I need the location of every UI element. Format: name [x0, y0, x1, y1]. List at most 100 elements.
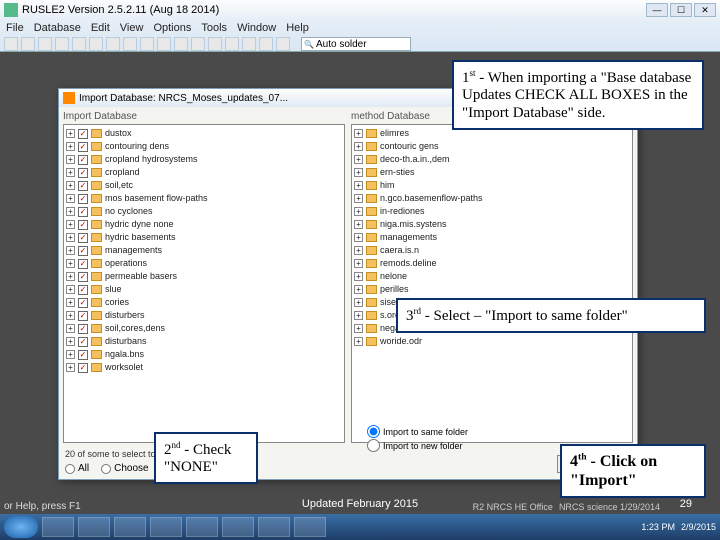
expand-icon[interactable]: + — [66, 350, 75, 359]
tool-icon[interactable] — [4, 37, 18, 51]
tool-icon[interactable] — [259, 37, 273, 51]
expand-icon[interactable]: + — [66, 220, 75, 229]
checkbox-icon[interactable] — [78, 259, 88, 269]
expand-icon[interactable]: + — [66, 298, 75, 307]
checkbox-icon[interactable] — [78, 155, 88, 165]
tree-item[interactable]: +nelone — [354, 270, 630, 283]
tool-icon[interactable] — [157, 37, 171, 51]
right-tree[interactable]: +elimres+contouric gens+deco-th.a.in.,de… — [351, 124, 633, 443]
expand-icon[interactable]: + — [66, 155, 75, 164]
menu-edit[interactable]: Edit — [91, 22, 110, 34]
checkbox-icon[interactable] — [78, 298, 88, 308]
task-app[interactable] — [42, 517, 74, 537]
tree-item[interactable]: +ern-sties — [354, 166, 630, 179]
tree-item[interactable]: +permeable basers — [66, 270, 342, 283]
expand-icon[interactable]: + — [354, 259, 363, 268]
tool-icon[interactable] — [55, 37, 69, 51]
expand-icon[interactable]: + — [66, 168, 75, 177]
tool-icon[interactable] — [225, 37, 239, 51]
tool-icon[interactable] — [140, 37, 154, 51]
checkbox-icon[interactable] — [78, 181, 88, 191]
expand-icon[interactable]: + — [354, 207, 363, 216]
checkbox-icon[interactable] — [78, 363, 88, 373]
task-app[interactable] — [222, 517, 254, 537]
expand-icon[interactable]: + — [66, 285, 75, 294]
tool-icon[interactable] — [38, 37, 52, 51]
tool-icon[interactable] — [21, 37, 35, 51]
checkbox-icon[interactable] — [78, 350, 88, 360]
checkbox-icon[interactable] — [78, 337, 88, 347]
task-app[interactable] — [150, 517, 182, 537]
checkbox-icon[interactable] — [78, 246, 88, 256]
tree-item[interactable]: +ngala.bns — [66, 348, 342, 361]
checkbox-icon[interactable] — [78, 168, 88, 178]
tree-item[interactable]: +disturbers — [66, 309, 342, 322]
expand-icon[interactable]: + — [66, 142, 75, 151]
expand-icon[interactable]: + — [354, 142, 363, 151]
left-tree[interactable]: +dustox+contouring dens+cropland hydrosy… — [63, 124, 345, 443]
task-app[interactable] — [186, 517, 218, 537]
checkbox-icon[interactable] — [78, 272, 88, 282]
tree-item[interactable]: +cories — [66, 296, 342, 309]
expand-icon[interactable]: + — [66, 207, 75, 216]
tree-item[interactable]: +dustox — [66, 127, 342, 140]
expand-icon[interactable]: + — [66, 337, 75, 346]
tree-item[interactable]: +n.gco.basemenflow-paths — [354, 192, 630, 205]
expand-icon[interactable]: + — [66, 311, 75, 320]
tree-item[interactable]: +operations — [66, 257, 342, 270]
tool-icon[interactable] — [106, 37, 120, 51]
menu-view[interactable]: View — [120, 22, 144, 34]
checkbox-icon[interactable] — [78, 194, 88, 204]
expand-icon[interactable]: + — [354, 168, 363, 177]
tool-icon[interactable] — [123, 37, 137, 51]
start-button[interactable] — [4, 516, 38, 538]
tree-item[interactable]: +caera.is.n — [354, 244, 630, 257]
expand-icon[interactable]: + — [354, 272, 363, 281]
radio-all[interactable]: All — [65, 463, 89, 474]
opt-same-folder[interactable]: Import to same folder — [367, 425, 627, 438]
checkbox-icon[interactable] — [78, 220, 88, 230]
menu-options[interactable]: Options — [153, 22, 191, 34]
tool-icon[interactable] — [72, 37, 86, 51]
menu-file[interactable]: File — [6, 22, 24, 34]
expand-icon[interactable]: + — [66, 246, 75, 255]
expand-icon[interactable]: + — [66, 181, 75, 190]
checkbox-icon[interactable] — [78, 324, 88, 334]
tree-item[interactable]: +soil,etc — [66, 179, 342, 192]
tool-icon[interactable] — [191, 37, 205, 51]
tree-item[interactable]: +slue — [66, 283, 342, 296]
expand-icon[interactable]: + — [66, 363, 75, 372]
expand-icon[interactable]: + — [66, 194, 75, 203]
expand-icon[interactable]: + — [354, 155, 363, 164]
search-input[interactable]: Auto solder — [301, 37, 411, 51]
expand-icon[interactable]: + — [354, 129, 363, 138]
minimize-button[interactable]: — — [646, 3, 668, 17]
tree-item[interactable]: +remods.deline — [354, 257, 630, 270]
checkbox-icon[interactable] — [78, 142, 88, 152]
task-app[interactable] — [78, 517, 110, 537]
tool-icon[interactable] — [242, 37, 256, 51]
tree-item[interactable]: +worksolet — [66, 361, 342, 374]
expand-icon[interactable]: + — [66, 233, 75, 242]
tree-item[interactable]: +no cyclones — [66, 205, 342, 218]
tree-item[interactable]: +cropland hydrosystems — [66, 153, 342, 166]
close-button[interactable]: ✕ — [694, 3, 716, 17]
tree-item[interactable]: +woride.odr — [354, 335, 630, 348]
tool-icon[interactable] — [276, 37, 290, 51]
tree-item[interactable]: +deco-th.a.in.,dem — [354, 153, 630, 166]
tool-icon[interactable] — [174, 37, 188, 51]
system-tray[interactable]: 1:23 PM 2/9/2015 — [641, 522, 716, 532]
radio-choose[interactable]: Choose — [101, 463, 148, 474]
tool-icon[interactable] — [89, 37, 103, 51]
task-app[interactable] — [294, 517, 326, 537]
expand-icon[interactable]: + — [354, 233, 363, 242]
expand-icon[interactable]: + — [66, 324, 75, 333]
expand-icon[interactable]: + — [66, 272, 75, 281]
tree-item[interactable]: +managements — [354, 231, 630, 244]
tree-item[interactable]: +contouric gens — [354, 140, 630, 153]
task-app[interactable] — [258, 517, 290, 537]
checkbox-icon[interactable] — [78, 285, 88, 295]
maximize-button[interactable]: ☐ — [670, 3, 692, 17]
menu-database[interactable]: Database — [34, 22, 81, 34]
expand-icon[interactable]: + — [354, 337, 363, 346]
